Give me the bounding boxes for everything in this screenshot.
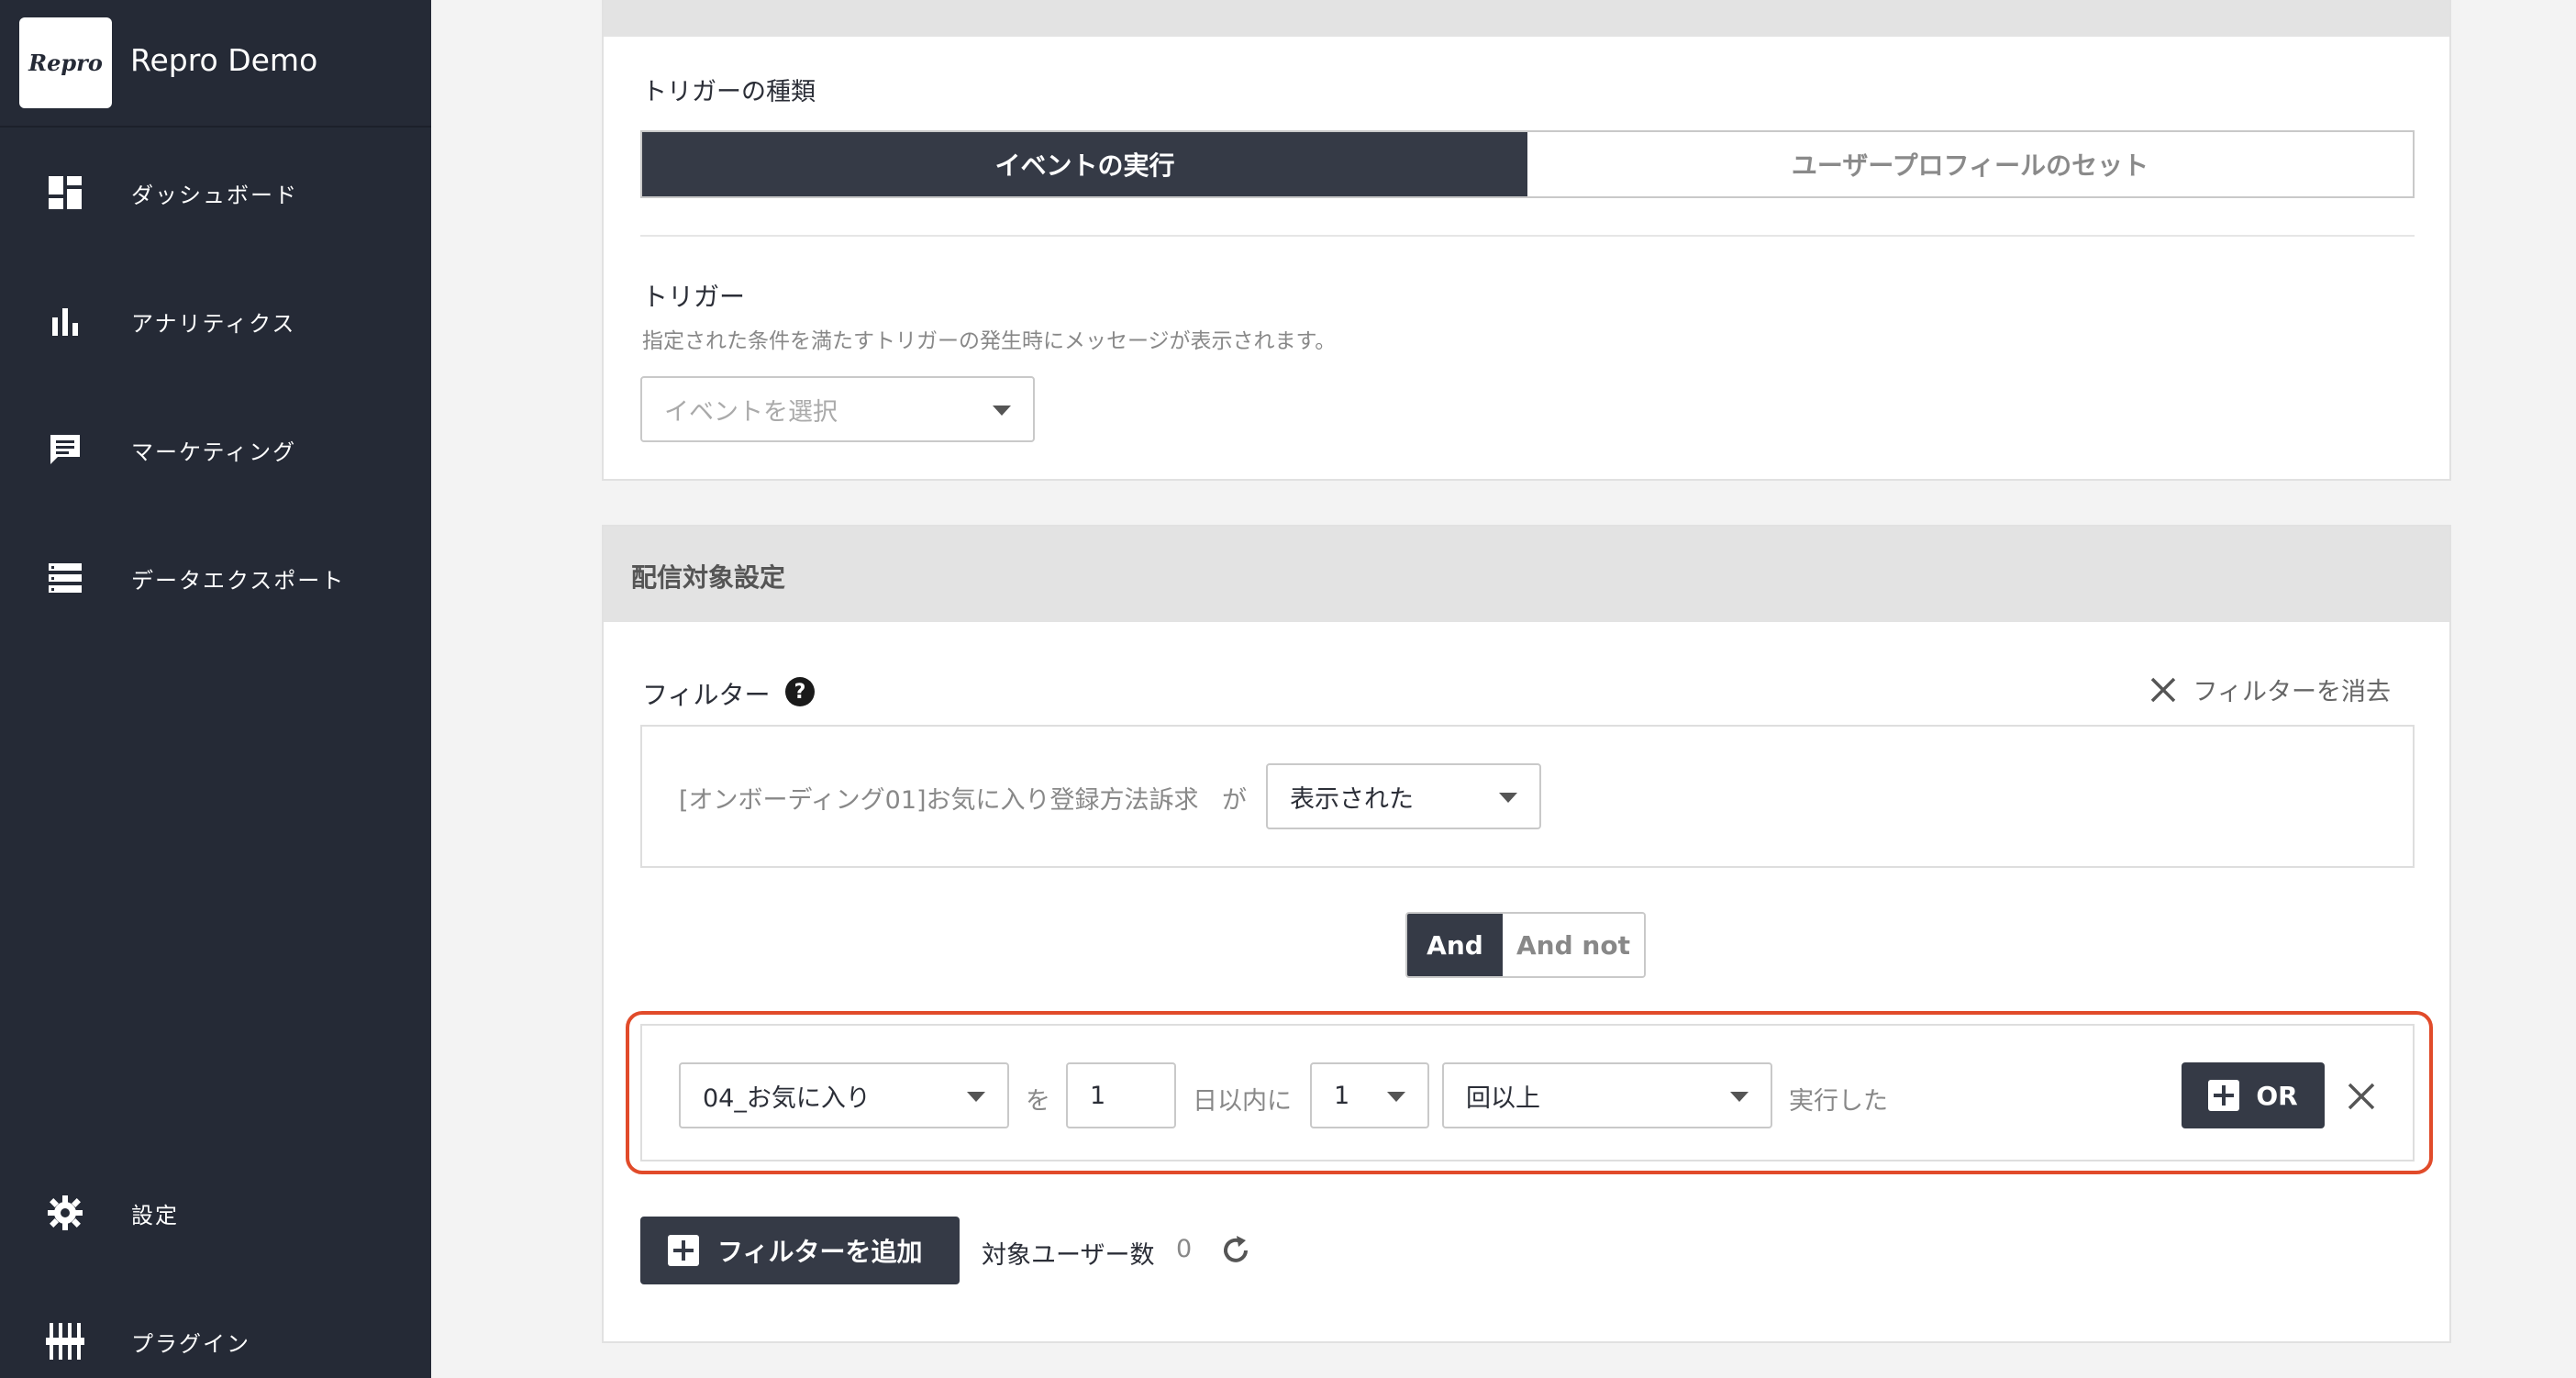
sidebar-item-data-export[interactable]: データエクスポート xyxy=(0,541,431,615)
trigger-type-option-profile[interactable]: ユーザープロフィールのセット xyxy=(1527,132,2413,196)
sidebar-item-label: 設定 xyxy=(131,1202,179,1228)
trigger-help-text: 指定された条件を満たすトリガーの発生時にメッセージが表示されます。 xyxy=(642,329,1337,353)
repro-logo[interactable]: Repro xyxy=(19,17,112,108)
and-button[interactable]: And xyxy=(1407,914,1503,976)
event-select-placeholder: イベントを選択 xyxy=(664,397,838,427)
close-icon xyxy=(2150,677,2175,702)
analytics-icon xyxy=(45,301,85,341)
sidebar-item-settings[interactable]: 設定 xyxy=(0,1176,431,1250)
help-icon[interactable]: ? xyxy=(785,677,815,706)
event-select[interactable]: イベントを選択 xyxy=(640,376,1035,442)
sidebar-item-dashboard[interactable]: ダッシュボード xyxy=(0,156,431,229)
add-or-button[interactable]: OR xyxy=(2182,1062,2325,1128)
message-name: [オンボーディング01]お気に入り登録方法訴求 xyxy=(679,786,1199,815)
chevron-down-icon xyxy=(967,1092,985,1102)
target-users-count: 0 xyxy=(1176,1235,1193,1263)
days-suffix: 日以内に xyxy=(1193,1087,1292,1116)
sidebar-item-label: データエクスポート xyxy=(131,567,346,594)
remove-condition-icon[interactable] xyxy=(2347,1082,2376,1111)
count-select[interactable]: 1 xyxy=(1310,1062,1429,1128)
plugin-icon xyxy=(45,1321,85,1361)
or-label: OR xyxy=(2256,1080,2298,1111)
days-input[interactable]: 1 xyxy=(1066,1062,1176,1128)
sidebar-item-marketing[interactable]: マーケティング xyxy=(0,413,431,486)
chevron-down-icon xyxy=(1387,1092,1405,1102)
app-name: Repro Demo xyxy=(130,42,318,78)
chevron-down-icon xyxy=(993,406,1011,416)
trigger-card: トリガーの種類 イベントの実行 ユーザープロフィールのセット トリガー 指定され… xyxy=(602,0,2451,481)
count-select-value: 1 xyxy=(1334,1081,1350,1110)
and-not-button[interactable]: And not xyxy=(1503,914,1644,976)
target-users-label: 対象ユーザー数 xyxy=(982,1241,1155,1270)
target-settings-title: 配信対象設定 xyxy=(631,562,786,593)
event-condition-value: 04_お気に入り xyxy=(703,1084,871,1113)
message-filter-particle: が xyxy=(1222,786,1247,815)
chat-icon xyxy=(45,429,85,470)
event-condition-suffix: 実行した xyxy=(1789,1087,1888,1116)
trigger-type-option-event[interactable]: イベントの実行 xyxy=(642,132,1527,196)
message-status-value: 表示された xyxy=(1290,784,1414,814)
add-filter-label: フィルターを追加 xyxy=(717,1237,923,1267)
message-filter-row: [オンボーディング01]お気に入り登録方法訴求 が 表示された xyxy=(640,725,2415,868)
trigger-label: トリガー xyxy=(642,282,746,312)
chevron-down-icon xyxy=(1499,793,1517,803)
gear-icon xyxy=(45,1193,85,1233)
sidebar-item-analytics[interactable]: アナリティクス xyxy=(0,284,431,358)
sidebar: Repro Repro Demo ダッシュボード アナリティクス マーケティング… xyxy=(0,0,431,1378)
add-filter-button[interactable]: フィルターを追加 xyxy=(640,1217,960,1284)
dashboard-icon xyxy=(45,172,85,213)
count-mode-select[interactable]: 回以上 xyxy=(1442,1062,1772,1128)
brand-header: Repro Repro Demo xyxy=(0,0,431,128)
trigger-type-toggle: イベントの実行 ユーザープロフィールのセット xyxy=(640,130,2415,198)
sidebar-item-label: マーケティング xyxy=(131,439,297,465)
plus-icon xyxy=(668,1235,699,1266)
sidebar-item-label: プラグイン xyxy=(131,1330,250,1357)
filter-label: フィルター xyxy=(642,680,771,710)
clear-filter-button[interactable]: フィルターを消去 xyxy=(2149,672,2391,707)
event-condition-particle: を xyxy=(1026,1087,1050,1116)
plus-icon xyxy=(2208,1080,2240,1111)
event-condition-select[interactable]: 04_お気に入り xyxy=(679,1062,1009,1128)
sidebar-item-plugin[interactable]: プラグイン xyxy=(0,1305,431,1378)
days-input-value: 1 xyxy=(1090,1081,1106,1110)
refresh-icon[interactable] xyxy=(1218,1233,1253,1268)
target-settings-card: 配信対象設定 フィルター ? フィルターを消去 [オンボーディング01]お気に入… xyxy=(602,525,2451,1343)
clear-filter-label: フィルターを消去 xyxy=(2193,678,2391,706)
chevron-down-icon xyxy=(1730,1092,1749,1102)
card-header-strip xyxy=(604,0,2449,37)
sidebar-item-label: アナリティクス xyxy=(131,310,296,337)
sidebar-item-label: ダッシュボード xyxy=(131,182,298,208)
target-settings-header: 配信対象設定 xyxy=(604,527,2449,622)
trigger-type-label: トリガーの種類 xyxy=(642,78,816,106)
divider xyxy=(640,235,2415,237)
count-mode-value: 回以上 xyxy=(1466,1084,1540,1113)
list-icon xyxy=(45,558,85,598)
message-status-select[interactable]: 表示された xyxy=(1266,763,1541,829)
logic-toggle: And And not xyxy=(1405,912,1646,978)
